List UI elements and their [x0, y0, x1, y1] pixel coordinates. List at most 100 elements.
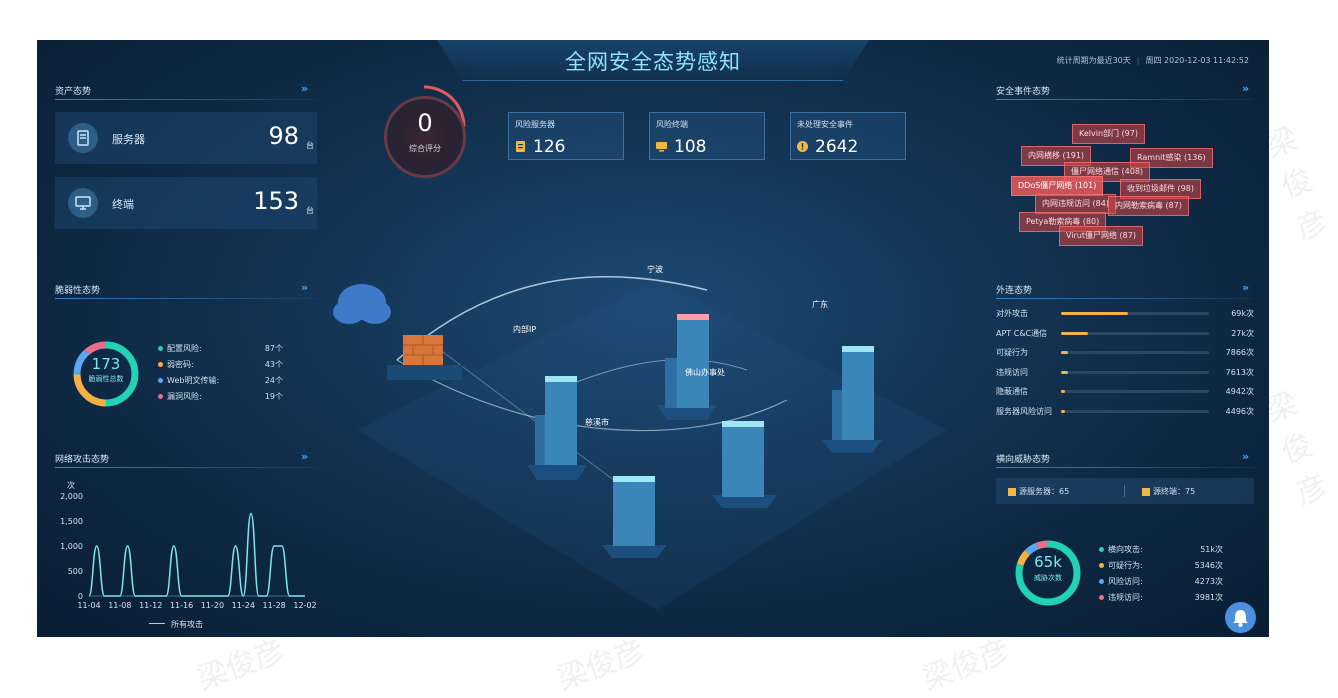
vulnerability-section-title: 脆弱性态势 — [55, 286, 101, 296]
event-tag[interactable]: 内网违规访问 (84) — [1035, 194, 1116, 214]
divider — [55, 467, 317, 468]
y-tick-label: 1,500 — [60, 517, 83, 526]
legend-value: 51k次 — [1200, 545, 1223, 554]
server-asset-card[interactable]: 服务器 98 台 — [55, 112, 317, 164]
legend-dot — [1099, 579, 1104, 584]
outbound-more-button[interactable]: » — [1242, 281, 1249, 294]
lateral-source-box: 源服务器：65 源终端：75 — [996, 478, 1254, 504]
monitor-icon — [68, 188, 98, 218]
legend-label: 弱密码: — [167, 360, 194, 369]
attack-section-title: 网络攻击态势 — [55, 455, 110, 465]
legend-value: 5346次 — [1194, 561, 1223, 570]
lateral-section-title: 横向威胁态势 — [996, 455, 1051, 465]
x-tick-label: 11-08 — [108, 601, 131, 610]
stat-period: 统计周期为最近30天 — [1056, 56, 1131, 65]
stat-value: 126 — [533, 137, 566, 157]
legend-dot — [1099, 595, 1104, 600]
monitor-icon — [656, 142, 667, 152]
city-label-ningbo[interactable]: 宁波 — [647, 264, 663, 275]
outbound-value: 69k次 — [1231, 309, 1254, 318]
outbound-value: 4942次 — [1225, 387, 1254, 396]
server-icon — [516, 141, 525, 152]
risk-terminal-card[interactable]: 风险终端 108 — [649, 112, 765, 160]
series-line-all-attacks — [88, 512, 305, 597]
outbound-value: 27k次 — [1231, 328, 1254, 338]
event-tag[interactable]: 内网勒索病毒 (87) — [1108, 196, 1189, 216]
outbound-label: 隐蔽通信 — [996, 387, 1028, 396]
legend-label: 风险访问: — [1108, 577, 1143, 586]
vulnerability-total-label: 脆弱性总数 — [88, 375, 124, 383]
network-map — [333, 276, 947, 610]
legend-value: 43个 — [264, 360, 283, 369]
source-terminal-text: 源终端：75 — [1153, 487, 1196, 496]
chart-legend-label: 所有攻击 — [171, 620, 203, 629]
terminal-asset-card[interactable]: 终端 153 台 — [55, 177, 317, 229]
legend-label: 可疑行为: — [1108, 561, 1143, 570]
city-label-foshan[interactable]: 佛山办事处 — [685, 367, 725, 378]
legend-value: 24个 — [264, 376, 283, 385]
stat-value: 108 — [674, 137, 707, 157]
divider — [55, 298, 317, 299]
lateral-legend-item: 可疑行为: — [1099, 560, 1143, 571]
vulnerability-legend-item: Web明文传输: — [158, 375, 219, 386]
top-info: 统计周期为最近30天 | 周四 2020-12-03 11:42:52 — [1056, 56, 1249, 65]
lateral-legend-item: 横向攻击: — [1099, 544, 1143, 555]
event-tag[interactable]: Virut僵尸网络 (87) — [1059, 226, 1143, 246]
unit-label: 台 — [306, 206, 314, 215]
server-icon — [68, 123, 98, 153]
divider — [1124, 485, 1125, 497]
source-server-text: 源服务器：65 — [1019, 487, 1070, 496]
x-tick-label: 11-28 — [263, 601, 286, 610]
city-label-guangdong[interactable]: 广东 — [812, 299, 828, 310]
legend-swatch — [149, 623, 165, 624]
event-tag[interactable]: Kelvin部门 (97) — [1072, 124, 1145, 144]
outbound-section-title: 外连态势 — [996, 286, 1033, 296]
score-value: 0 — [417, 109, 433, 137]
server-count: 98 — [268, 122, 299, 150]
security-event-more-button[interactable]: » — [1242, 82, 1249, 95]
stat-label: 风险服务器 — [515, 120, 555, 129]
legend-label: 违规访问: — [1108, 593, 1143, 602]
legend-dot — [1099, 563, 1104, 568]
event-tag[interactable]: DDoS僵尸网络 (101) — [1011, 176, 1104, 196]
asset-section-title: 资产态势 — [55, 87, 92, 97]
legend-label: 横向攻击: — [1108, 545, 1143, 554]
legend-dot — [158, 362, 163, 367]
outbound-value: 4496次 — [1225, 406, 1254, 416]
vulnerability-more-button[interactable]: » — [301, 281, 308, 294]
asset-more-button[interactable]: » — [301, 82, 308, 95]
lateral-total-label: 威胁次数 — [1034, 574, 1062, 582]
outbound-bar-fill — [1061, 370, 1069, 374]
legend-dot — [158, 378, 163, 383]
outbound-bar-track — [1061, 312, 1209, 315]
outbound-bar-track — [1061, 390, 1209, 393]
outbound-bar-track — [1061, 409, 1209, 413]
outbound-bar-track — [1061, 370, 1209, 374]
x-tick-label: 12-02 — [293, 601, 316, 610]
vulnerability-legend-item: 配置风险: — [158, 343, 202, 354]
cloud-icon — [333, 284, 391, 324]
lateral-more-button[interactable]: » — [1242, 450, 1249, 463]
city-label-cixi[interactable]: 慈溪市 — [585, 417, 609, 428]
score-label: 综合评分 — [409, 144, 441, 153]
pending-events-card[interactable]: 未处理安全事件 2642 — [790, 112, 906, 160]
outbound-label: 对外攻击 — [996, 309, 1028, 318]
y-tick-label: 500 — [68, 567, 83, 576]
source-server: 源服务器：65 — [1008, 486, 1069, 497]
outbound-value: 7613次 — [1225, 367, 1254, 377]
notification-bell-button[interactable] — [1225, 602, 1256, 633]
legend-label: Web明文传输: — [167, 376, 220, 385]
x-tick-label: 11-12 — [139, 601, 162, 610]
bell-icon — [1233, 610, 1248, 627]
warning-icon — [797, 141, 808, 152]
attack-line-chart: 0 500 1,000 1,500 2,000 11-04 11-08 11-12 11-16 1… — [60, 492, 317, 610]
stat-value: 2642 — [815, 137, 859, 157]
current-datetime: 周四 2020-12-03 11:42:52 — [1145, 56, 1249, 65]
attack-more-button[interactable]: » — [301, 450, 308, 463]
outbound-label: 服务器风险访问 — [996, 406, 1052, 416]
overall-score[interactable]: 0 综合评分 — [384, 96, 466, 178]
city-label-internal-ip[interactable]: 内部IP — [513, 324, 536, 335]
risk-server-card[interactable]: 风险服务器 126 — [508, 112, 624, 160]
outbound-bar-fill — [1061, 409, 1066, 413]
unit-label: 台 — [306, 141, 314, 150]
